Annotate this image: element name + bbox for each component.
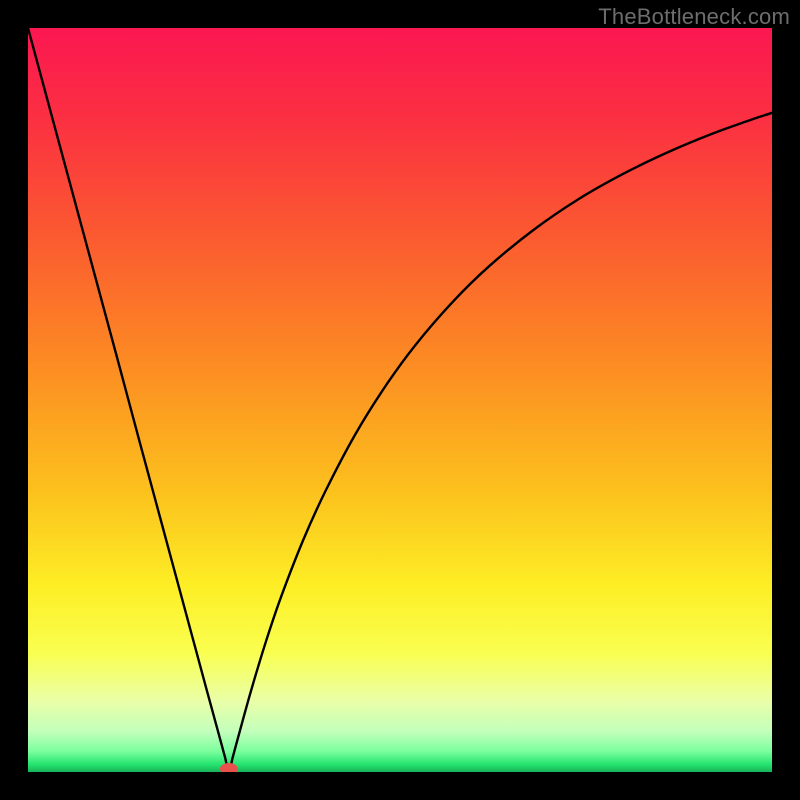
plot-frame (28, 28, 772, 772)
gradient-background (28, 28, 772, 772)
bottleneck-chart (28, 28, 772, 772)
watermark-text: TheBottleneck.com (598, 4, 790, 30)
